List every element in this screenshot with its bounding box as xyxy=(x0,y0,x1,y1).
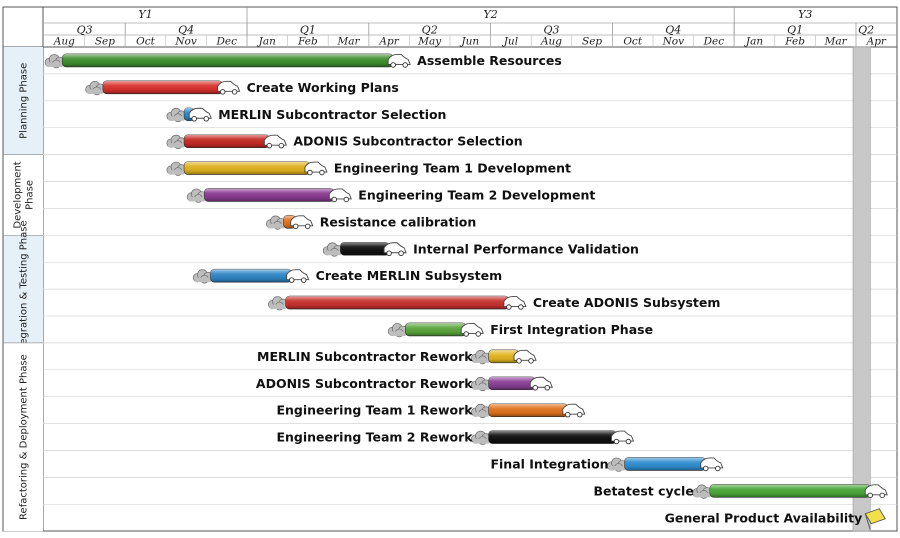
month-label: Sep xyxy=(582,36,602,48)
month-label: Jul xyxy=(502,36,518,48)
month-label: Aug xyxy=(53,36,75,48)
phase-label-group: Refactoring & Deployment Phase xyxy=(19,354,30,520)
phase-column: Planning Phase Development Phase Integratio… xyxy=(3,47,43,532)
month-label: Jan xyxy=(744,36,763,48)
task-bar-shine xyxy=(210,269,292,283)
task-label: Create MERLIN Subsystem xyxy=(316,268,502,283)
year-label: Y1 xyxy=(138,8,152,21)
task-bar-shine xyxy=(285,296,509,310)
task-row: MERLIN Subcontractor Rework xyxy=(257,349,537,365)
task-row: Betatest cycle xyxy=(593,483,888,499)
task-row: ADONIS Subcontractor Rework xyxy=(256,376,553,392)
task-bar-shine xyxy=(184,161,310,175)
task-bar-shine xyxy=(102,80,223,94)
task-bar-shine xyxy=(488,403,568,417)
month-label: Feb xyxy=(784,36,805,48)
task-bar-shine xyxy=(340,242,390,256)
task-bar-shine xyxy=(184,134,270,148)
month-label: Dec xyxy=(703,36,725,48)
task-label: Create ADONIS Subsystem xyxy=(533,295,721,310)
month-label: Oct xyxy=(136,36,155,48)
year-label: Y3 xyxy=(798,8,812,21)
month-label: Apr xyxy=(866,36,887,48)
current-period-marker xyxy=(852,46,871,532)
task-bar-shine xyxy=(405,322,467,336)
month-label: Feb xyxy=(297,36,318,48)
task-label: Internal Performance Validation xyxy=(413,241,639,256)
phase-label-group: Integration & Testing Phase xyxy=(19,220,30,357)
phase-label: Planning Phase xyxy=(19,63,30,139)
task-bar-shine xyxy=(204,188,335,202)
task-row: Engineering Team 1 Development xyxy=(166,161,571,176)
task-label: Final Integration xyxy=(490,456,608,471)
task-label: Resistance calibration xyxy=(320,214,477,229)
year-label: Y2 xyxy=(483,8,497,21)
gantt-chart: Y1 Y2 Y3Q3 Q4 Q1 Q2 Q3 Q4 Q1 Q2Aug Sep Oct Nov Dec Jan… xyxy=(2,6,898,532)
month-label: Mar xyxy=(824,36,848,48)
phase-label: Integration & Testing Phase xyxy=(19,220,30,357)
month-label: Dec xyxy=(215,36,237,48)
task-row: Engineering Team 2 Development xyxy=(186,187,595,203)
task-row: Create ADONIS Subsystem xyxy=(268,295,721,311)
month-label: Nov xyxy=(662,36,685,48)
task-label: General Product Availability xyxy=(665,510,863,525)
task-label: Engineering Team 1 Rework xyxy=(276,403,473,418)
task-label: ADONIS Subcontractor Selection xyxy=(293,134,522,149)
phase-label: Development xyxy=(13,161,24,228)
task-row: First Integration Phase xyxy=(387,322,653,338)
task-bar-shine xyxy=(488,376,536,390)
task-bar-shine xyxy=(709,484,871,498)
task-row: Assemble Resources xyxy=(44,53,562,69)
task-row: ADONIS Subcontractor Selection xyxy=(166,134,523,149)
task-bar-shine xyxy=(62,53,394,67)
month-label: Jan xyxy=(257,36,276,48)
month-label: Aug xyxy=(540,36,562,48)
month-label: May xyxy=(417,36,442,48)
task-label: Betatest cycle xyxy=(593,483,693,498)
month-label: Mar xyxy=(336,36,360,48)
quarter-label: Q3 xyxy=(77,24,93,37)
task-row: Create MERLIN Subsystem xyxy=(192,268,502,284)
task-label: Create Working Plans xyxy=(247,80,399,95)
task-label: ADONIS Subcontractor Rework xyxy=(256,376,473,391)
month-label: Oct xyxy=(623,36,642,48)
task-label: Engineering Team 2 Rework xyxy=(276,430,473,445)
month-label: Apr xyxy=(378,36,399,48)
phase-label: Phase xyxy=(25,180,36,210)
today-marker xyxy=(852,46,871,532)
task-row: Internal Performance Validation xyxy=(322,241,639,257)
task-label: Engineering Team 1 Development xyxy=(334,161,571,176)
task-row: Engineering Team 1 Rework xyxy=(276,403,586,418)
task-label: Engineering Team 2 Development xyxy=(358,187,595,202)
month-label: Jun xyxy=(459,36,479,48)
month-label: Nov xyxy=(174,36,197,48)
task-row: Final Integration xyxy=(490,456,724,472)
task-bar-shine xyxy=(488,430,617,444)
task-label: First Integration Phase xyxy=(490,322,653,337)
task-row: Engineering Team 2 Rework xyxy=(276,430,635,445)
task-label: Assemble Resources xyxy=(417,53,562,68)
month-label: Sep xyxy=(95,36,115,48)
task-label: MERLIN Subcontractor Rework xyxy=(257,349,473,364)
phase-label-group: Planning Phase xyxy=(19,63,30,139)
task-row: Resistance calibration xyxy=(265,214,477,230)
phase-label: Refactoring & Deployment Phase xyxy=(19,354,30,520)
task-label: MERLIN Subcontractor Selection xyxy=(218,107,446,122)
task-bar-shine xyxy=(624,457,706,471)
